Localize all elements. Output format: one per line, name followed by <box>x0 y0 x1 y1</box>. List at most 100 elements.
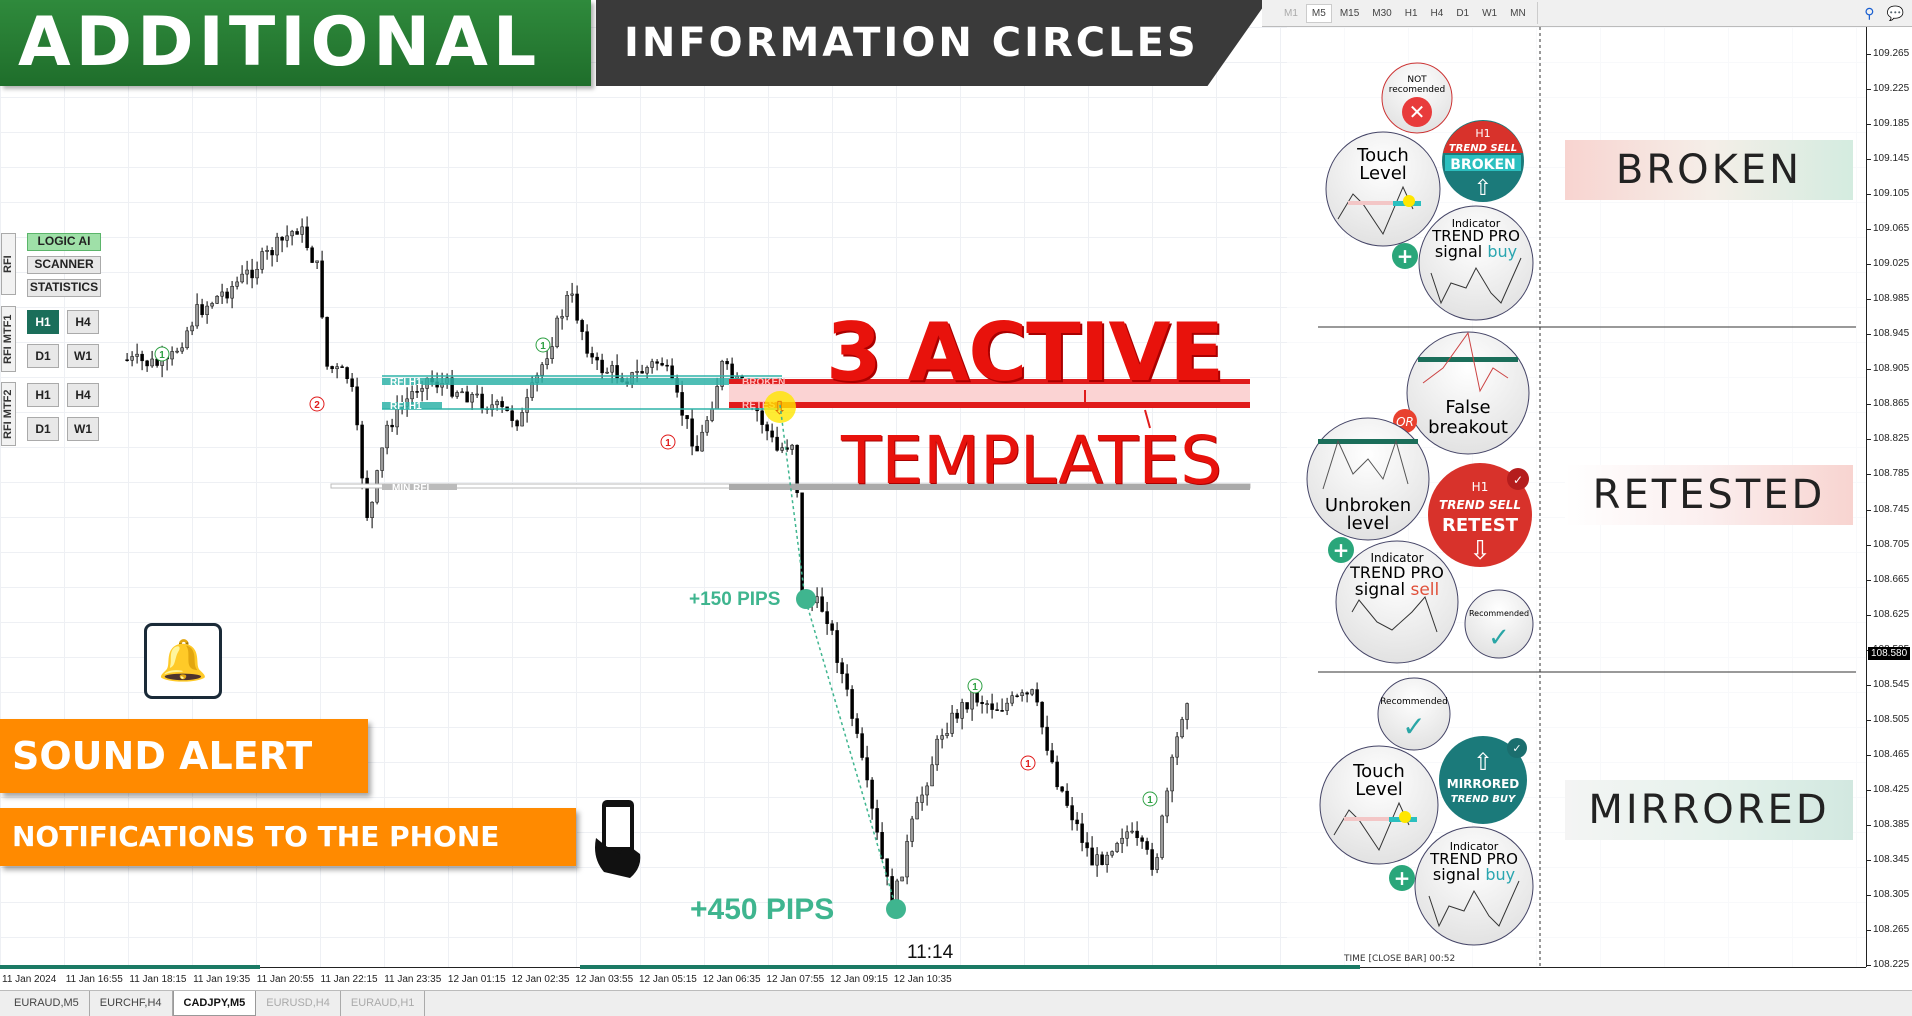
scroll-indicator <box>580 965 1360 969</box>
not-recommended-circle: NOTrecomended ✕ <box>1381 62 1453 134</box>
candle <box>1185 703 1189 720</box>
candle <box>870 779 874 809</box>
candle <box>230 286 234 299</box>
candle <box>985 703 989 705</box>
timeframe-m5[interactable]: M5 <box>1305 3 1332 23</box>
candle <box>1040 701 1044 728</box>
price-label: 108.625 <box>1866 608 1910 620</box>
pips-450-label: +450 PIPS <box>690 893 835 926</box>
candle <box>955 712 959 719</box>
candle <box>855 718 859 734</box>
candle <box>540 364 544 376</box>
chat-icon[interactable]: 💬 <box>1887 5 1904 22</box>
candle <box>705 420 709 433</box>
candle <box>480 393 484 409</box>
candle <box>930 764 934 787</box>
price-label: 108.425 <box>1866 783 1910 795</box>
candle <box>600 359 604 374</box>
candle <box>865 757 869 781</box>
chart-tab[interactable]: EURAUD,H1 <box>341 991 426 1016</box>
mtf1-d1-button[interactable]: D1 <box>27 344 59 368</box>
rfi-h1-label: RFI H1 <box>390 401 422 412</box>
svg-text:H1: H1 <box>1475 127 1490 140</box>
marker-green: 1 <box>154 346 170 362</box>
headline-3-active: 3 ACTIVE <box>826 306 1224 399</box>
svg-text:+: + <box>1333 538 1350 562</box>
candle <box>760 410 764 425</box>
candle <box>1075 819 1079 825</box>
price-label: 108.465 <box>1866 748 1910 760</box>
state-mirrored: MIRRORED <box>1565 780 1853 840</box>
mtf2-w1-button[interactable]: W1 <box>67 417 99 441</box>
time-label: 12 Jan 07:55 <box>766 974 825 985</box>
touch-level-circle: TouchLevel <box>1319 745 1439 865</box>
candle <box>1050 750 1054 763</box>
timeframe-h1[interactable]: H1 <box>1400 5 1423 22</box>
candle <box>1125 831 1129 839</box>
timeframe-m1[interactable]: M1 <box>1279 5 1303 22</box>
min-rfi-label: MIN RFI <box>392 483 429 494</box>
trend-sell-broken-badge: H1 TREND SELL BROKEN ⇧ <box>1442 120 1524 202</box>
mtf1-w1-button[interactable]: W1 <box>67 344 99 368</box>
pips-dot <box>796 589 816 609</box>
svg-text:1: 1 <box>159 350 165 361</box>
time-label: 12 Jan 06:35 <box>702 974 761 985</box>
time-axis[interactable]: 11 Jan 2024 11 Jan 16:55 11 Jan 18:15 11 Ja… <box>0 965 1866 989</box>
timeframe-mn[interactable]: MN <box>1505 5 1531 22</box>
chart-tab[interactable]: CADJPY,M5 <box>172 991 257 1016</box>
candle <box>585 331 589 354</box>
svg-text:1: 1 <box>972 682 978 693</box>
candle <box>1030 689 1034 695</box>
search-icon[interactable]: ⚲ <box>1864 5 1874 22</box>
candle <box>260 251 264 270</box>
mtf1-h1-button[interactable]: H1 <box>27 310 59 334</box>
arrow-up-icon: ⇧ <box>1473 748 1493 776</box>
candle <box>525 397 529 413</box>
candle <box>845 673 849 690</box>
timeframe-h4[interactable]: H4 <box>1426 5 1449 22</box>
logic-ai-button[interactable]: LOGIC AI <box>27 233 101 251</box>
chart-tab[interactable]: EURCHF,H4 <box>90 991 173 1016</box>
candle <box>605 371 609 374</box>
svg-text:Recommended: Recommended <box>1469 609 1529 618</box>
candle <box>1130 830 1134 833</box>
candle <box>390 424 394 428</box>
candle <box>1025 692 1029 695</box>
timeframe-d1[interactable]: D1 <box>1451 5 1474 22</box>
mtf1-h4-button[interactable]: H4 <box>67 310 99 334</box>
price-label: 109.065 <box>1866 223 1910 235</box>
plus-icon: + <box>1328 537 1354 563</box>
candle <box>320 260 324 318</box>
timeframe-m15[interactable]: M15 <box>1335 5 1364 22</box>
candle <box>340 366 344 368</box>
scanner-button[interactable]: SCANNER <box>27 256 101 274</box>
svg-text:level: level <box>1347 513 1390 534</box>
price-label: 109.145 <box>1866 153 1910 165</box>
candle <box>575 293 579 321</box>
candle <box>1145 841 1149 850</box>
timeframe-m30[interactable]: M30 <box>1367 5 1396 22</box>
candle <box>965 702 969 710</box>
candle <box>295 231 299 235</box>
chart-tab[interactable]: EURAUD,M5 <box>4 991 90 1016</box>
timeframe-w1[interactable]: W1 <box>1477 5 1502 22</box>
price-axis[interactable]: 109.265 109.225 109.185 109.145 109.105 109.0… <box>1866 27 1912 970</box>
candle <box>175 350 179 353</box>
time-label: 12 Jan 10:35 <box>893 974 952 985</box>
plus-icon: + <box>1392 243 1418 269</box>
price-label: 108.345 <box>1866 853 1910 865</box>
candle <box>1085 842 1089 849</box>
mtf2-h1-button[interactable]: H1 <box>27 383 59 407</box>
candle <box>500 401 504 408</box>
mtf2-d1-button[interactable]: D1 <box>27 417 59 441</box>
candle <box>380 447 384 471</box>
candle <box>685 415 689 420</box>
mtf2-h4-button[interactable]: H4 <box>67 383 99 407</box>
chart-tab[interactable]: EURUSD,H4 <box>256 991 341 1016</box>
marker-red: 1 <box>660 434 676 450</box>
candle <box>555 317 559 347</box>
touch-level-circle: TouchLevel <box>1325 131 1441 247</box>
candle <box>150 358 154 367</box>
svg-text:Level: Level <box>1359 163 1407 184</box>
statistics-button[interactable]: STATISTICS <box>27 279 101 297</box>
